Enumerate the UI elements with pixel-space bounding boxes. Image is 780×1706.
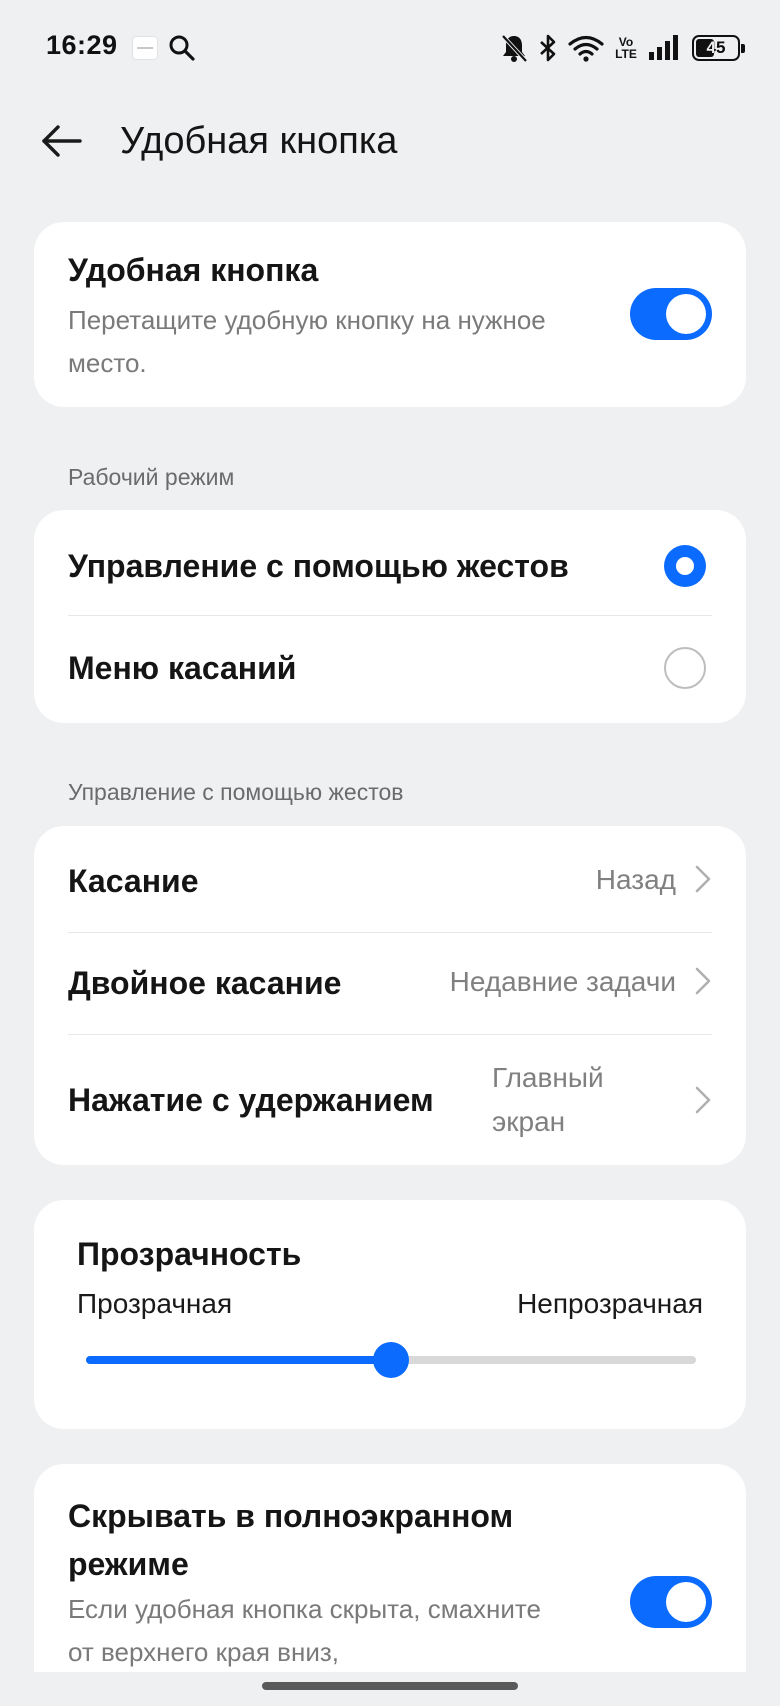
radio-button-selected[interactable] — [664, 545, 706, 587]
fullscreen-hide-switch[interactable] — [630, 1576, 712, 1628]
floating-button-subtitle: Перетащите удобную кнопку на нужное мест… — [68, 305, 546, 378]
transparency-slider[interactable] — [86, 1342, 696, 1378]
volte-icon: Vo LTE — [614, 36, 638, 60]
arrow-left-icon — [42, 125, 82, 157]
section-label-work-mode: Рабочий режим — [68, 464, 235, 490]
gesture-label: Двойное касание — [68, 965, 342, 1001]
radio-option-label: Меню касаний — [68, 650, 297, 686]
gesture-item-long-press[interactable]: Нажатие с удержанием Главный экран — [34, 1035, 746, 1165]
chevron-right-icon — [695, 865, 711, 893]
chevron-right-icon — [695, 967, 711, 995]
status-bar: 16:29 Vo LTE 45 — [0, 0, 780, 96]
gesture-value: Главный экран — [492, 1062, 604, 1137]
radio-option-gestures[interactable]: Управление с помощью жестов — [34, 510, 746, 615]
home-indicator[interactable] — [262, 1682, 518, 1690]
search-icon — [169, 35, 195, 61]
gesture-label: Нажатие с удержанием — [68, 1082, 434, 1118]
transparency-min-label: Прозрачная — [77, 1288, 233, 1319]
battery-cap — [741, 44, 745, 53]
transparency-card: Прозрачность Прозрачная Непрозрачная — [34, 1200, 746, 1429]
gestures-card: Касание Назад Двойное касание Недавние з… — [34, 826, 746, 1165]
gesture-label: Касание — [68, 863, 199, 899]
section-label-gestures: Управление с помощью жестов — [68, 779, 404, 805]
battery-level-text: 45 — [706, 38, 726, 57]
floating-button-toggle-card[interactable]: Удобная кнопка Перетащите удобную кнопку… — [34, 222, 746, 407]
wifi-icon — [568, 35, 604, 62]
gesture-value: Назад — [595, 864, 676, 895]
transparency-max-label: Непрозрачная — [517, 1288, 703, 1319]
switch-knob — [666, 1582, 706, 1622]
page-title: Удобная кнопка — [120, 120, 398, 162]
back-button[interactable] — [38, 118, 84, 164]
volte-bottom-text: LTE — [615, 47, 637, 61]
gesture-value: Недавние задачи — [449, 966, 676, 997]
status-time: 16:29 — [46, 30, 118, 60]
gesture-item-tap[interactable]: Касание Назад — [34, 826, 746, 932]
battery-icon: 45 — [692, 35, 745, 61]
floating-button-title: Удобная кнопка — [68, 252, 319, 288]
chevron-right-icon — [695, 1086, 711, 1114]
bell-muted-icon — [501, 34, 528, 63]
gesture-item-double-tap[interactable]: Двойное касание Недавние задачи — [34, 933, 746, 1034]
signal-icon — [649, 35, 678, 60]
bluetooth-icon — [540, 34, 556, 62]
work-mode-card: Управление с помощью жестов Меню касаний — [34, 510, 746, 723]
app-notification-icon — [132, 36, 158, 60]
slider-fill — [86, 1356, 391, 1364]
fullscreen-hide-subtitle: Если удобная кнопка скрыта, смахните от … — [68, 1594, 541, 1667]
slider-thumb[interactable] — [373, 1342, 409, 1378]
fullscreen-hide-card[interactable]: Скрывать в полноэкранном режиме Если удо… — [34, 1464, 746, 1672]
radio-option-touch-menu[interactable]: Меню касаний — [34, 616, 746, 723]
radio-button-unselected[interactable] — [664, 647, 706, 689]
switch-knob — [666, 294, 706, 334]
floating-button-switch[interactable] — [630, 288, 712, 340]
transparency-title: Прозрачность — [77, 1236, 302, 1272]
fullscreen-hide-title: Скрывать в полноэкранном режиме — [68, 1498, 514, 1582]
radio-option-label: Управление с помощью жестов — [68, 548, 569, 584]
